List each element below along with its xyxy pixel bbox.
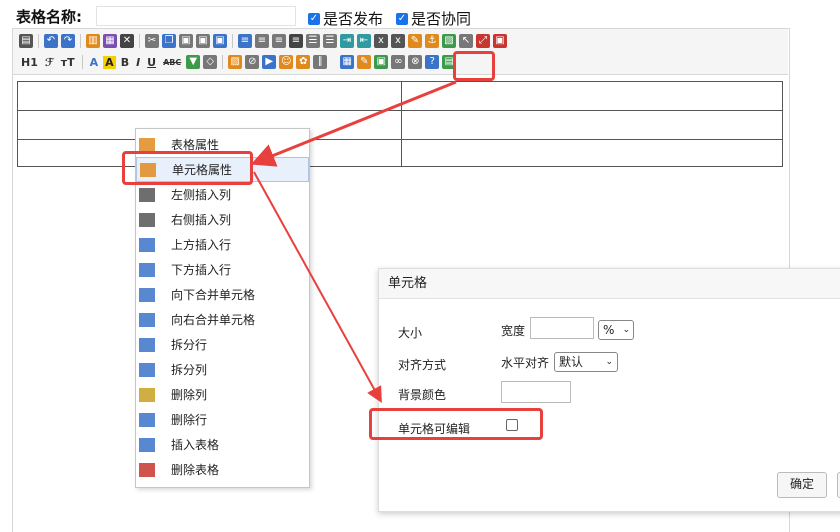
arrow-to-dialog [253, 171, 382, 403]
annotation-arrows [250, 80, 457, 403]
arrow-to-cell-properties [250, 80, 457, 167]
